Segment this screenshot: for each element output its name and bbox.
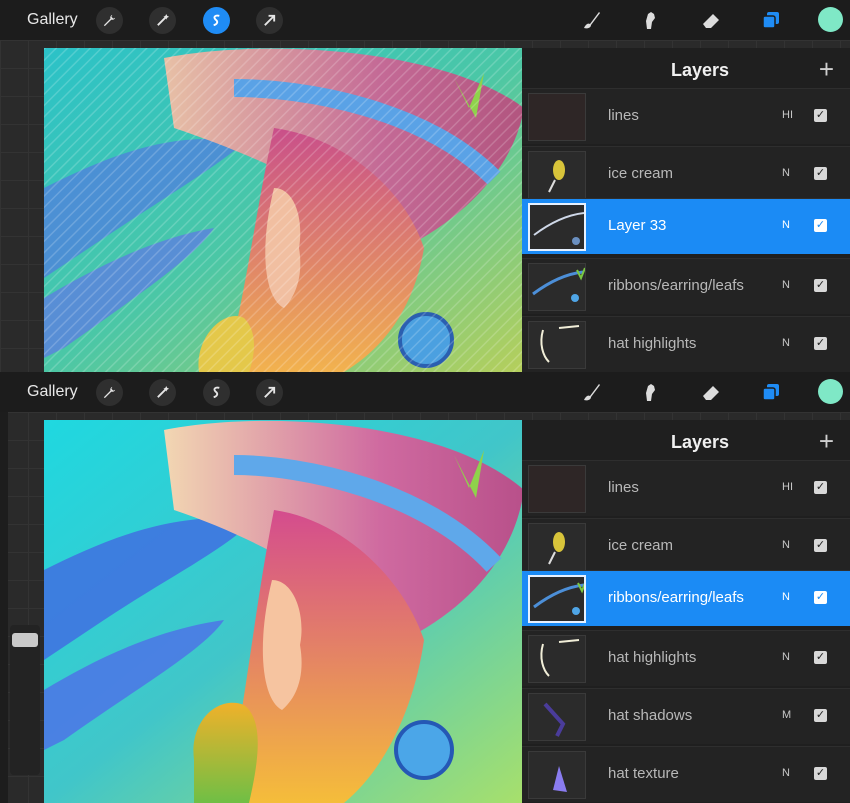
visibility-checkbox[interactable]: ✓: [814, 709, 827, 722]
visibility-checkbox[interactable]: ✓: [814, 539, 827, 552]
top-toolbar: Gallery: [0, 0, 850, 40]
visibility-checkbox[interactable]: ✓: [814, 481, 827, 494]
blend-mode[interactable]: N: [782, 651, 790, 663]
blend-mode[interactable]: N: [782, 767, 790, 779]
visibility-checkbox[interactable]: ✓: [814, 167, 827, 180]
layer-row[interactable]: hat shadows M ✓: [522, 688, 850, 744]
layer-row[interactable]: lines HI ✓: [522, 460, 850, 516]
add-layer-plus-icon[interactable]: +: [819, 428, 834, 454]
layer-name: hat highlights: [608, 335, 697, 352]
layer-row[interactable]: ice cream N ✓: [522, 146, 850, 202]
layer-row-selected[interactable]: ribbons/earring/leafs N ✓: [522, 570, 850, 626]
visibility-checkbox[interactable]: ✓: [814, 651, 827, 664]
layers-panel-title: Layers: [670, 432, 730, 452]
layer-name: ice cream: [608, 537, 674, 554]
procreate-screen-top: Layers + lines HI ✓ ice cream N ✓ Layer …: [0, 0, 850, 372]
artwork-canvas[interactable]: [44, 420, 530, 803]
layer-name: hat highlights: [608, 649, 697, 666]
artwork-illustration: [44, 48, 530, 372]
layer-thumbnail: [528, 151, 586, 199]
layer-thumbnail: [528, 523, 586, 571]
layer-thumbnail: [528, 93, 586, 141]
add-layer-plus-icon[interactable]: +: [819, 56, 834, 82]
layer-name: lines: [608, 107, 639, 124]
artwork-canvas[interactable]: [44, 48, 530, 372]
visibility-checkbox[interactable]: ✓: [814, 767, 827, 780]
magic-wand-icon[interactable]: [149, 7, 176, 34]
color-swatch[interactable]: [818, 7, 843, 32]
artwork-illustration: [44, 420, 530, 803]
procreate-screen-bottom: Layers + lines HI ✓ ice cream N ✓ ribbon…: [0, 372, 850, 803]
blend-mode[interactable]: N: [782, 539, 790, 551]
wrench-icon[interactable]: [96, 7, 123, 34]
layers-icon[interactable]: [758, 7, 784, 33]
layer-row[interactable]: ribbons/earring/leafs N ✓: [522, 258, 850, 314]
layer-thumbnail: [528, 751, 586, 799]
layer-name: hat shadows: [608, 707, 693, 724]
blend-mode[interactable]: M: [782, 709, 791, 721]
layer-thumbnail: [528, 635, 586, 683]
layers-panel-title: Layers: [670, 60, 730, 80]
layer-row[interactable]: hat highlights N ✓: [522, 316, 850, 372]
move-arrow-icon[interactable]: [256, 7, 283, 34]
layer-name: Layer 33: [608, 217, 667, 234]
brush-icon[interactable]: [578, 7, 604, 33]
layer-thumbnail: [528, 575, 586, 623]
visibility-checkbox[interactable]: ✓: [814, 279, 827, 292]
eraser-icon[interactable]: [698, 7, 724, 33]
layer-row[interactable]: lines HI ✓: [522, 88, 850, 144]
gallery-button[interactable]: Gallery: [27, 383, 78, 401]
layer-name: ribbons/earring/leafs: [608, 277, 744, 294]
slider-handle[interactable]: [12, 633, 38, 647]
layer-row[interactable]: hat highlights N ✓: [522, 630, 850, 686]
layer-thumbnail: [528, 203, 586, 251]
visibility-checkbox[interactable]: ✓: [814, 337, 827, 350]
blend-mode[interactable]: HI: [782, 109, 793, 121]
visibility-checkbox[interactable]: ✓: [814, 109, 827, 122]
blend-mode[interactable]: HI: [782, 481, 793, 493]
blend-mode[interactable]: N: [782, 219, 790, 231]
layer-thumbnail: [528, 693, 586, 741]
layers-icon[interactable]: [758, 379, 784, 405]
color-swatch[interactable]: [818, 379, 843, 404]
layer-row[interactable]: hat texture N ✓: [522, 746, 850, 802]
layer-thumbnail: [528, 321, 586, 369]
magic-wand-icon[interactable]: [149, 379, 176, 406]
smudge-icon[interactable]: [637, 379, 663, 405]
layers-panel: Layers + lines HI ✓ ice cream N ✓ Layer …: [522, 48, 850, 372]
blend-mode[interactable]: N: [782, 591, 790, 603]
sidebar: [0, 412, 8, 803]
layer-name: ribbons/earring/leafs: [608, 589, 744, 606]
selection-icon[interactable]: [203, 7, 230, 34]
wrench-icon[interactable]: [96, 379, 123, 406]
top-toolbar: Gallery: [0, 372, 850, 412]
layer-name: lines: [608, 479, 639, 496]
eraser-icon[interactable]: [698, 379, 724, 405]
blend-mode[interactable]: N: [782, 337, 790, 349]
smudge-icon[interactable]: [637, 7, 663, 33]
brush-size-slider[interactable]: [10, 625, 40, 775]
blend-mode[interactable]: N: [782, 279, 790, 291]
layer-row[interactable]: ice cream N ✓: [522, 518, 850, 574]
layer-name: hat texture: [608, 765, 679, 782]
layers-panel: Layers + lines HI ✓ ice cream N ✓ ribbon…: [522, 420, 850, 803]
brush-icon[interactable]: [578, 379, 604, 405]
layer-name: ice cream: [608, 165, 674, 182]
layer-thumbnail: [528, 465, 586, 513]
gallery-button[interactable]: Gallery: [27, 11, 78, 29]
move-arrow-icon[interactable]: [256, 379, 283, 406]
blend-mode[interactable]: N: [782, 167, 790, 179]
layer-row-selected[interactable]: Layer 33 N ✓: [522, 198, 850, 254]
visibility-checkbox[interactable]: ✓: [814, 591, 827, 604]
selection-icon[interactable]: [203, 379, 230, 406]
layer-thumbnail: [528, 263, 586, 311]
visibility-checkbox[interactable]: ✓: [814, 219, 827, 232]
